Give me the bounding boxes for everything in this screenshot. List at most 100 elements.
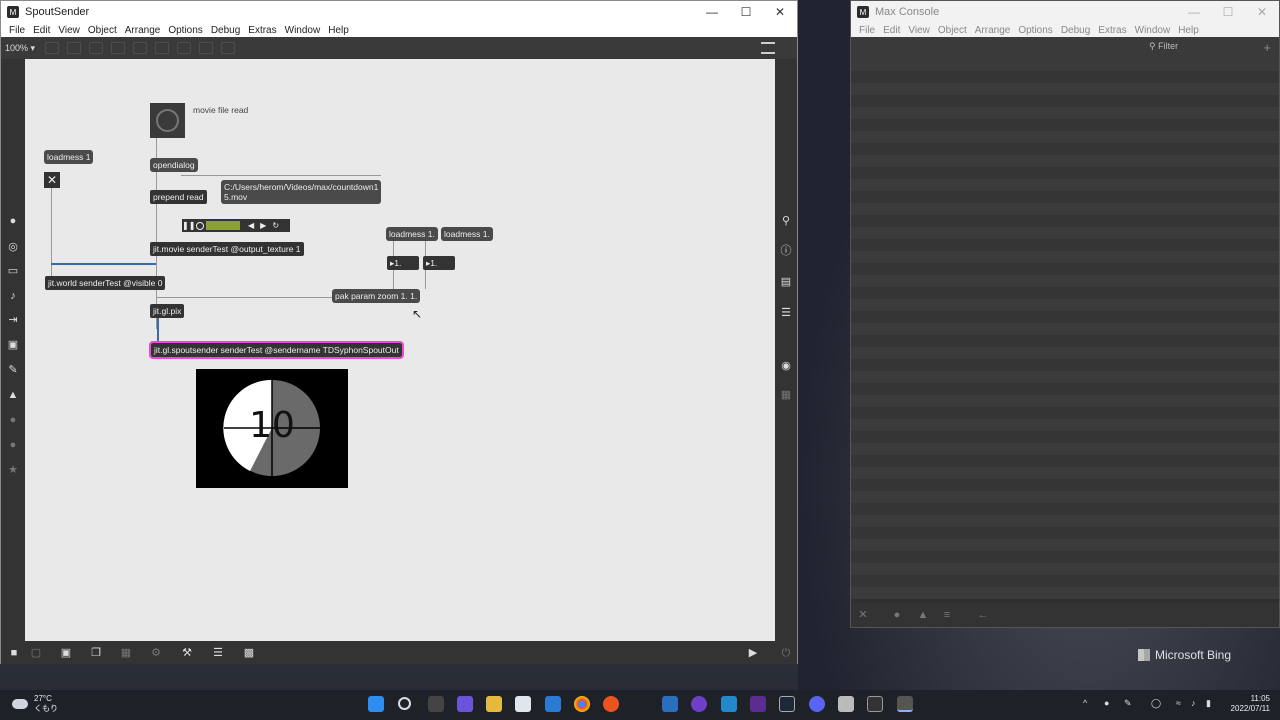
epic-games-icon[interactable] (867, 696, 883, 712)
power-icon[interactable]: ⏻ (779, 648, 793, 659)
menu-window[interactable]: Window (281, 25, 325, 36)
max-taskbar-icon[interactable] (897, 696, 913, 712)
number-box-b[interactable]: ▸1. (423, 256, 455, 270)
file-explorer-icon[interactable] (486, 696, 502, 712)
warning-icon[interactable]: ▲ (917, 609, 929, 621)
opendialog-object[interactable]: opendialog (150, 158, 198, 172)
bing-watermark[interactable]: Microsoft Bing (1138, 648, 1231, 662)
chat-icon[interactable] (457, 696, 473, 712)
patch-cord[interactable] (51, 263, 156, 265)
search-icon[interactable]: ⚲ (780, 215, 792, 227)
menu-extras[interactable]: Extras (1094, 25, 1130, 36)
movie-read-button[interactable] (150, 103, 185, 138)
presentation-icon[interactable]: ▭ (7, 265, 19, 277)
photos-icon[interactable] (662, 696, 678, 712)
lock-icon[interactable]: ■ (7, 648, 21, 659)
dial-icon[interactable] (177, 42, 191, 54)
toggle-x[interactable]: ✕ (44, 172, 60, 188)
new-comment-icon[interactable] (89, 42, 103, 54)
audio-icon[interactable] (221, 42, 235, 54)
jit-world-object[interactable]: jit.world senderTest @visible 0 (45, 276, 166, 290)
edit-icon[interactable]: ▢ (29, 648, 43, 659)
movie-transport[interactable]: ❚❚ ◀ ▶ ↻ (182, 219, 290, 232)
presentation-mode-icon[interactable]: ▣ (59, 648, 73, 659)
patcher-canvas[interactable]: movie file read loadmess 1 ✕ opendialog … (25, 59, 775, 641)
patch-cord[interactable] (156, 297, 336, 298)
audio-on-icon[interactable]: ▶ (746, 648, 760, 659)
list-icon[interactable]: ☰ (780, 307, 792, 319)
menu-arrange[interactable]: Arrange (121, 25, 165, 36)
info-icon[interactable]: ⓘ (780, 245, 792, 257)
sensor-icon[interactable]: ▲ (7, 389, 19, 401)
clear-icon[interactable]: ✕ (857, 609, 869, 621)
unity-icon[interactable] (838, 696, 854, 712)
menu-file[interactable]: File (855, 25, 879, 36)
menu-list-icon[interactable] (761, 42, 775, 54)
github-icon[interactable] (691, 696, 707, 712)
music-icon[interactable]: ♪ (7, 290, 19, 302)
mail-icon[interactable] (545, 696, 561, 712)
grid-dots-icon[interactable]: ▩ (242, 648, 256, 659)
chrome-icon[interactable] (574, 696, 590, 712)
discord-icon[interactable] (809, 696, 825, 712)
close-button[interactable]: ✕ (763, 1, 797, 23)
jit-gl-pix-object[interactable]: jit.gl.pix (150, 304, 185, 318)
console-log[interactable] (851, 59, 1279, 599)
menu-view[interactable]: View (54, 25, 84, 36)
menu-edit[interactable]: Edit (29, 25, 54, 36)
spoutsender-object[interactable]: jit.gl.spoutsender senderTest @sendernam… (149, 341, 404, 359)
camera-icon[interactable]: ◉ (780, 360, 792, 372)
slider-icon[interactable] (199, 42, 213, 54)
package-icon[interactable]: ● (7, 215, 19, 227)
vscode-icon[interactable] (721, 696, 737, 712)
filter-input[interactable]: ⚲ Filter (1149, 41, 1178, 52)
patch-cord[interactable] (181, 175, 381, 176)
pak-object[interactable]: pak param zoom 1. 1. (332, 289, 421, 303)
visual-studio-icon[interactable] (750, 696, 766, 712)
menu-view[interactable]: View (904, 25, 934, 36)
add-icon[interactable]: + (1263, 40, 1271, 55)
clock[interactable]: 11:05 2022/07/11 (1231, 694, 1270, 714)
menu-object[interactable]: Object (934, 25, 971, 36)
toggle-icon[interactable] (111, 42, 125, 54)
position-bar[interactable] (206, 221, 240, 230)
menu-window[interactable]: Window (1131, 25, 1175, 36)
prepend-object[interactable]: prepend read (150, 190, 207, 204)
menu-options[interactable]: Options (164, 25, 206, 36)
maximize-button[interactable]: ☐ (729, 1, 763, 23)
scrub-knob[interactable] (196, 221, 204, 230)
wifi-icon[interactable]: ≈ (1176, 698, 1181, 708)
menu-help[interactable]: Help (1174, 25, 1203, 36)
wrench-icon[interactable]: ⚒ (180, 648, 194, 659)
tray-chevron-icon[interactable]: ^ (1083, 698, 1087, 708)
new-object-icon[interactable] (45, 42, 59, 54)
start-icon[interactable] (368, 696, 384, 712)
pause-icon[interactable]: ❚❚ (182, 221, 195, 230)
loadmess-a[interactable]: loadmess 1. (386, 227, 438, 241)
menu-debug[interactable]: Debug (1057, 25, 1094, 36)
weather-widget[interactable]: 27°C くもり (12, 694, 58, 714)
minimize-button[interactable]: — (695, 1, 729, 23)
target-icon[interactable]: ◎ (7, 241, 19, 253)
menu-debug[interactable]: Debug (207, 25, 244, 36)
task-view-icon[interactable] (428, 696, 444, 712)
console-close-button[interactable]: ✕ (1245, 1, 1279, 23)
grid-icon[interactable]: ▦ (119, 648, 133, 659)
loadmess-b[interactable]: loadmess 1. (441, 227, 493, 241)
book-icon[interactable]: ▤ (780, 276, 792, 288)
debug-icon[interactable]: ⚙ (149, 648, 163, 659)
mixer-icon[interactable]: ☰ (211, 648, 225, 659)
back-icon[interactable]: ← (977, 609, 989, 621)
update-icon[interactable]: ◯ (1151, 698, 1161, 709)
new-message-icon[interactable] (67, 42, 81, 54)
microphone-icon[interactable]: ● (1104, 698, 1109, 708)
menu-object[interactable]: Object (84, 25, 121, 36)
loop-icon[interactable]: ↻ (272, 221, 279, 230)
new-view-icon[interactable]: ❐ (89, 648, 103, 659)
search-icon[interactable] (398, 697, 411, 710)
pencil-icon[interactable]: ✎ (7, 364, 19, 376)
ubuntu-icon[interactable] (603, 696, 619, 712)
console-maximize-button[interactable]: ☐ (1211, 1, 1245, 23)
step-icon[interactable]: ⇥ (7, 314, 19, 326)
store-icon[interactable] (515, 696, 531, 712)
